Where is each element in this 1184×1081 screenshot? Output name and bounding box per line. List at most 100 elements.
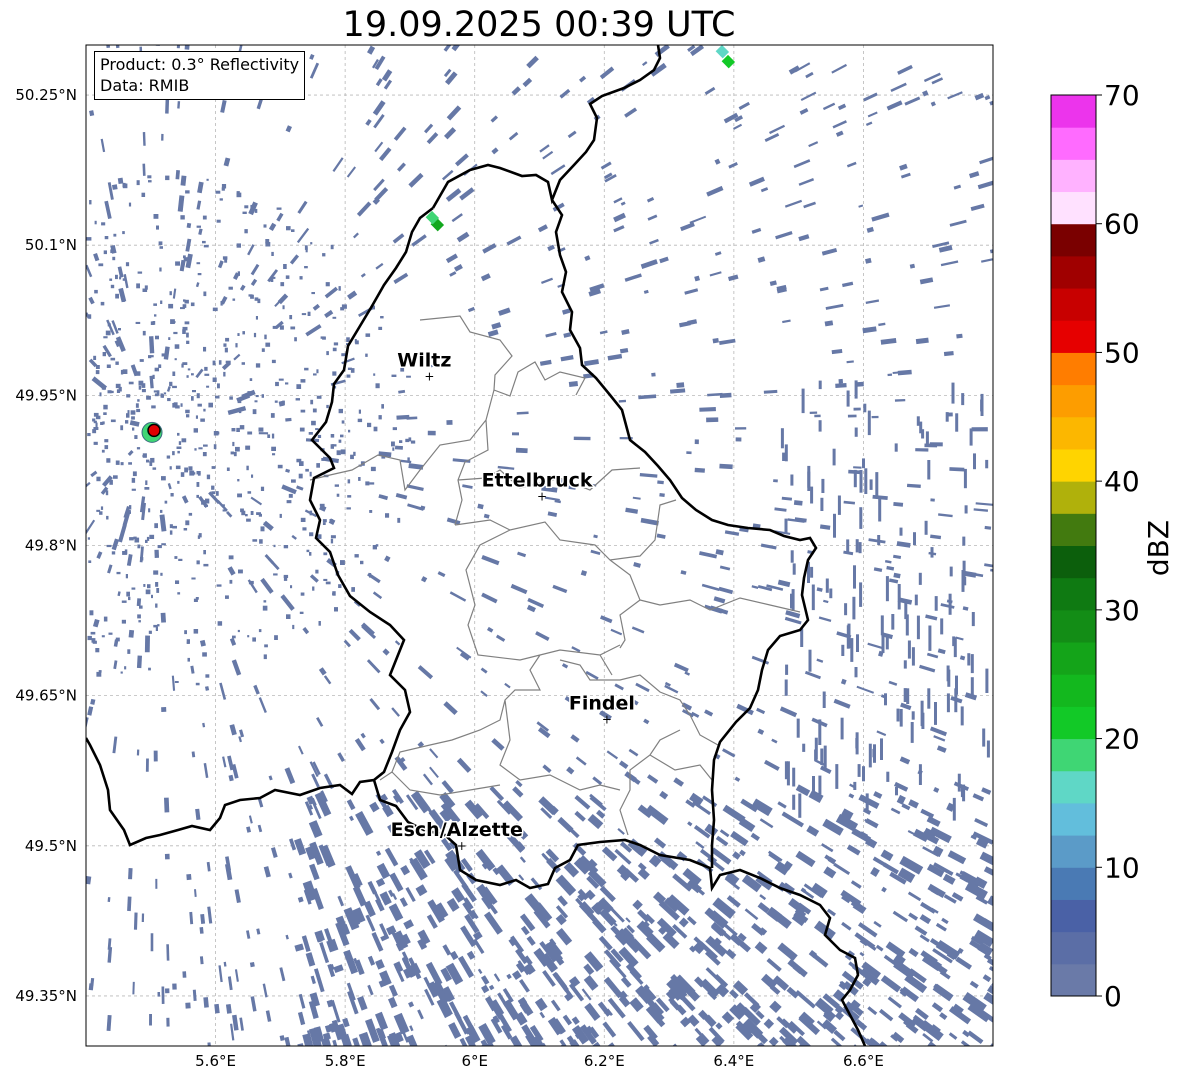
echo (858, 922, 878, 938)
colorbar-band (1051, 384, 1096, 418)
echo (854, 380, 858, 399)
echo (340, 307, 345, 311)
echo (451, 213, 463, 223)
echo (512, 786, 524, 798)
echo (840, 717, 844, 740)
echo (560, 354, 574, 362)
echo (835, 130, 844, 137)
echo (771, 738, 778, 744)
echo (188, 512, 193, 516)
echo (886, 565, 895, 571)
echo (980, 399, 984, 412)
echo (657, 480, 664, 485)
echo (305, 952, 316, 967)
echo (970, 203, 985, 212)
echo (557, 895, 568, 907)
echo (102, 421, 105, 425)
colorbar-band (1051, 963, 1096, 997)
echo (207, 906, 213, 924)
echo (769, 280, 777, 286)
echo (127, 410, 130, 414)
echo (981, 258, 993, 263)
echo (105, 330, 111, 336)
echo (135, 321, 141, 324)
echo (687, 821, 693, 827)
echo (285, 934, 289, 940)
echo (172, 451, 175, 456)
echo (937, 648, 946, 655)
echo (247, 431, 253, 435)
echo (160, 509, 163, 513)
echo (137, 399, 140, 402)
echo (180, 472, 185, 477)
echo (757, 728, 765, 735)
echo (651, 372, 656, 377)
echo (186, 340, 190, 344)
echo (352, 885, 367, 907)
echo (562, 308, 571, 315)
echo (875, 944, 884, 952)
echo (911, 711, 915, 720)
echo (212, 307, 218, 312)
echo (962, 1029, 971, 1038)
echo (249, 378, 253, 381)
echo (340, 449, 346, 455)
echo (584, 255, 591, 261)
echo (297, 200, 308, 214)
echo (156, 588, 160, 593)
echo (285, 382, 289, 385)
echo (260, 486, 265, 491)
echo (346, 166, 357, 178)
echo (379, 738, 385, 745)
echo (832, 120, 847, 129)
echo (466, 950, 476, 960)
echo (876, 730, 887, 737)
echo (271, 446, 276, 451)
echo (103, 412, 107, 415)
x-tick-label: 6°E (461, 1052, 488, 1070)
echo (846, 625, 850, 649)
echo (149, 1013, 153, 1026)
colorbar-tick-label: 60 (1104, 208, 1140, 241)
colorbar-tick-label: 70 (1104, 79, 1140, 112)
echo (381, 404, 384, 409)
echo (806, 825, 820, 837)
echo (417, 665, 434, 680)
echo (879, 1008, 894, 1022)
echo (204, 686, 210, 691)
echo (375, 1011, 389, 1031)
echo (891, 614, 895, 630)
echo (144, 635, 151, 653)
echo (704, 709, 714, 717)
echo (728, 274, 739, 282)
echo (821, 478, 825, 493)
echo (517, 551, 527, 558)
echo (213, 431, 219, 436)
echo (285, 417, 292, 422)
echo (920, 808, 935, 819)
echo (724, 530, 740, 536)
echo (784, 199, 803, 208)
echo (899, 163, 908, 171)
echo (332, 316, 337, 319)
echo (127, 896, 132, 912)
echo (330, 244, 334, 250)
echo (847, 414, 857, 418)
echo (759, 894, 767, 901)
echo (223, 371, 226, 377)
echo (982, 728, 986, 747)
echo (178, 558, 183, 561)
echo (145, 758, 149, 772)
echo (229, 579, 233, 584)
echo (113, 660, 118, 670)
echo (247, 244, 255, 256)
echo (279, 513, 282, 518)
echo (151, 405, 156, 409)
echo (185, 1002, 191, 1009)
echo (454, 153, 469, 167)
echo (795, 784, 811, 797)
echo (126, 554, 133, 567)
echo (486, 626, 494, 633)
echo (818, 616, 832, 622)
echo (220, 295, 228, 305)
